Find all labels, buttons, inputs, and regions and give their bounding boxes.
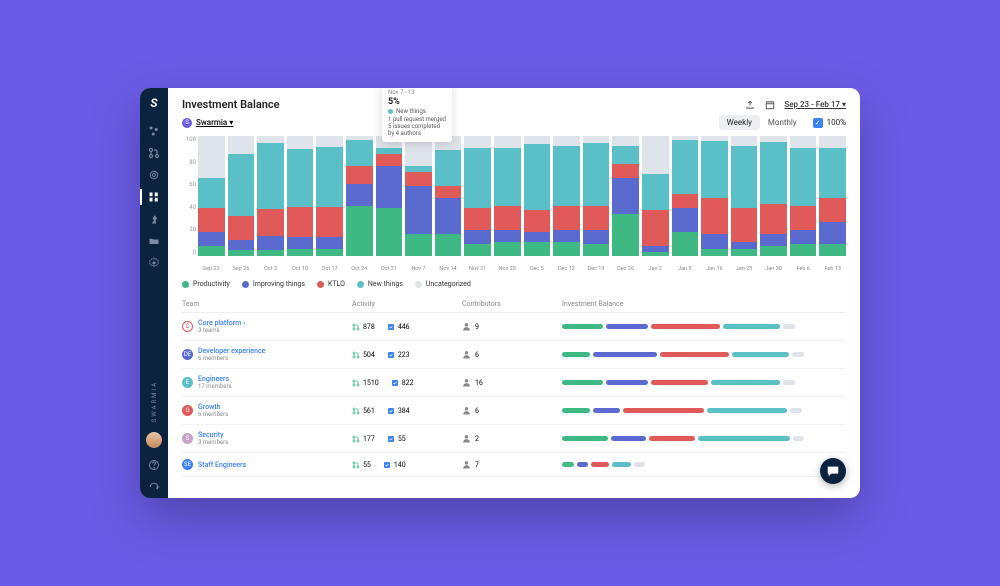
bar-Dec-26[interactable] [612, 136, 639, 256]
nav-help-icon[interactable] [140, 454, 168, 476]
pct-checkbox[interactable]: ✓ [813, 118, 823, 128]
bar-Feb-13[interactable] [819, 136, 846, 256]
team-link[interactable]: Core platform › [198, 319, 245, 327]
legend-ktlo[interactable]: KTLO [317, 280, 345, 288]
nav-balance-icon[interactable] [140, 186, 168, 208]
chart-bars [198, 136, 846, 266]
bar-Jan-23[interactable] [731, 136, 758, 256]
bar-Oct-24[interactable] [346, 136, 373, 256]
legend-productivity[interactable]: Productivity [182, 280, 230, 288]
table-row[interactable]: DEDeveloper experience6 members5042236 [182, 341, 846, 369]
table-row[interactable]: EEngineers17 members151082216 [182, 369, 846, 397]
bar-Jan-2[interactable] [642, 136, 669, 256]
brand-vertical: SWARMIA [151, 381, 158, 422]
chart: Nov 7 - 13 5% New things 1 pull request … [168, 136, 860, 272]
legend-improving-things[interactable]: Improving things [242, 280, 305, 288]
org-badge: S [182, 118, 192, 128]
team-link[interactable]: Growth [198, 403, 228, 411]
app-window: S SWARMIA Investment Balance Sep 23 - Fe… [140, 88, 860, 498]
bar-Oct-3[interactable] [257, 136, 284, 256]
teams-table: Team Activity Contributors Investment Ba… [168, 296, 860, 498]
nav-chess-icon[interactable] [140, 208, 168, 230]
chat-fab[interactable] [820, 458, 846, 484]
chart-legend: Productivity Improving things KTLO New thin… [168, 272, 860, 296]
nav-refresh-icon[interactable] [140, 476, 168, 498]
nav-pr-icon[interactable] [140, 142, 168, 164]
team-link[interactable]: Staff Engineers [198, 461, 246, 469]
nav-settings-icon[interactable] [140, 252, 168, 274]
table-row[interactable]: СCore platform ›3 teams8784469 [182, 313, 846, 341]
breadcrumb-link[interactable]: Swarmia ▾ [196, 118, 233, 127]
sidebar: S SWARMIA [140, 88, 168, 498]
bar-Jan-16[interactable] [701, 136, 728, 256]
bar-Oct-17[interactable] [316, 136, 343, 256]
toggle-monthly[interactable]: Monthly [760, 115, 805, 130]
bar-Sep-23[interactable] [198, 136, 225, 256]
bar-Jan-9[interactable] [672, 136, 699, 256]
nav-folder-icon[interactable] [140, 230, 168, 252]
bar-Nov-7[interactable] [405, 136, 432, 256]
toggle-weekly[interactable]: Weekly [719, 115, 760, 130]
main-content: Investment Balance Sep 23 - Feb 17 ▾ S S… [168, 88, 860, 498]
bar-Dec-19[interactable] [583, 136, 610, 256]
date-range-picker[interactable]: Sep 23 - Feb 17 ▾ [784, 100, 846, 109]
table-row[interactable]: SEStaff Engineers551407 [182, 453, 846, 477]
bar-Dec-12[interactable] [553, 136, 580, 256]
bar-Nov-21[interactable] [464, 136, 491, 256]
legend-new-things[interactable]: New things [357, 280, 403, 288]
calendar-icon[interactable] [764, 99, 776, 111]
legend-uncategorized[interactable]: Uncategorized [415, 280, 471, 288]
team-link[interactable]: Developer experience [198, 347, 265, 355]
page-title: Investment Balance [182, 98, 280, 111]
team-link[interactable]: Security [198, 431, 228, 439]
breadcrumb-row: S Swarmia ▾ Weekly Monthly ✓ 100% [168, 115, 860, 136]
nav-home-icon[interactable] [140, 120, 168, 142]
header: Investment Balance Sep 23 - Feb 17 ▾ [168, 88, 860, 115]
app-logo: S [150, 96, 157, 110]
team-link[interactable]: Engineers [198, 375, 232, 383]
bar-Jan-30[interactable] [760, 136, 787, 256]
pct-label: 100% [827, 118, 846, 127]
x-axis: Sep 23Sep 26Oct 3Oct 10Oct 17Oct 24Oct 3… [198, 266, 846, 272]
table-row[interactable]: GGrowth6 members5613846 [182, 397, 846, 425]
bar-Sep-26[interactable] [228, 136, 255, 256]
bar-Oct-10[interactable] [287, 136, 314, 256]
bar-Nov-14[interactable] [435, 136, 462, 256]
table-header: Team Activity Contributors Investment Ba… [182, 296, 846, 313]
bar-Feb-6[interactable] [790, 136, 817, 256]
y-axis: 100806040200 [182, 136, 198, 266]
bar-Dec-5[interactable] [524, 136, 551, 256]
user-avatar[interactable] [146, 432, 162, 448]
bar-Oct-31[interactable] [376, 136, 403, 256]
bar-Nov-28[interactable] [494, 136, 521, 256]
export-icon[interactable] [744, 99, 756, 111]
chart-tooltip: Nov 7 - 13 5% New things 1 pull request … [382, 88, 452, 142]
nav-target-icon[interactable] [140, 164, 168, 186]
table-row[interactable]: SSecurity3 members177552 [182, 425, 846, 453]
